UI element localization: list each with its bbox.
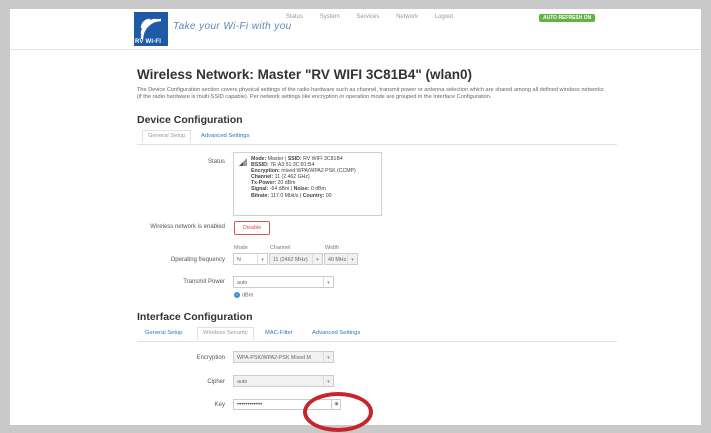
screenshot-frame: RV WI-FI Take your Wi-Fi with you Status… (0, 0, 711, 433)
page-description: The Device Configuration section covers … (137, 87, 604, 101)
tab-general-setup[interactable]: General Setup (145, 330, 182, 341)
info-icon: i (234, 292, 240, 298)
tab-mac-filter[interactable]: MAC-Filter (265, 330, 293, 341)
encryption-value: WPA-PSK/WPA2-PSK Mixed M (237, 355, 311, 361)
key-label: Key (214, 402, 225, 408)
chevron-down-icon: ▾ (257, 254, 267, 264)
tab-advanced-settings[interactable]: Advanced Settings (201, 133, 249, 144)
top-header: RV WI-FI Take your Wi-Fi with you Status… (10, 9, 701, 50)
channel-select[interactable]: 11 (2462 MHz) ▾ (269, 253, 323, 265)
device-config-heading: Device Configuration (137, 114, 243, 126)
tx-unit: i dBm (234, 292, 253, 298)
mode-select[interactable]: N ▾ (233, 253, 268, 265)
tab-wireless-security[interactable]: Wireless Security (197, 327, 254, 340)
width-value: 40 MHz (328, 257, 347, 263)
mode-label: Mode (234, 245, 248, 251)
nav-services[interactable]: Services (356, 14, 379, 20)
encryption-label: Encryption (196, 355, 225, 361)
tx-unit-text: dBm (242, 292, 254, 299)
status-line: Bitrate: 117.0 Mbit/s | Country: 00 (251, 192, 332, 199)
interface-config-heading: Interface Configuration (137, 311, 253, 323)
channel-label: Channel (270, 245, 291, 251)
encryption-select[interactable]: WPA-PSK/WPA2-PSK Mixed M ▾ (233, 351, 334, 363)
cipher-select[interactable]: auto ▾ (233, 375, 334, 387)
mode-value: N (237, 257, 241, 263)
tx-value: auto (237, 280, 248, 286)
status-lines: Mode: Master | SSID: RV WIFI 3C81B4 BSSI… (251, 156, 356, 199)
autorefresh-badge[interactable]: AUTO REFRESH ON (539, 14, 596, 22)
width-label: Width (325, 245, 340, 251)
chevron-down-icon: ▾ (312, 254, 322, 264)
width-select[interactable]: 40 MHz ▾ (324, 253, 358, 265)
chevron-down-icon: ▾ (323, 352, 333, 362)
tab-advanced-settings[interactable]: Advanced Settings (312, 330, 360, 341)
cipher-value: auto (237, 379, 248, 385)
device-config-tabs: General Setup Advanced Settings (137, 130, 617, 145)
nav-status[interactable]: Status (286, 14, 303, 20)
logo[interactable]: RV WI-FI (134, 12, 168, 46)
chevron-down-icon: ▾ (347, 254, 357, 264)
status-label: Status (207, 159, 225, 165)
chevron-down-icon: ▾ (323, 277, 333, 287)
disable-button[interactable]: Disable (234, 221, 270, 235)
highlight-circle (303, 392, 373, 432)
nav-logout[interactable]: Logout (435, 14, 453, 20)
nav-system[interactable]: System (320, 14, 340, 20)
nav-network[interactable]: Network (396, 14, 418, 20)
cipher-label: Cipher (207, 379, 225, 385)
transmit-power-select[interactable]: auto ▾ (233, 276, 334, 288)
operating-frequency-label: Operating frequency (170, 257, 225, 263)
wireless-enabled-label: Wireless network is enabled (150, 224, 225, 230)
interface-config-tabs: General Setup Wireless Security MAC-Filt… (137, 327, 617, 342)
logo-text: RV WI-FI (135, 39, 162, 45)
tagline: Take your Wi-Fi with you (173, 21, 292, 32)
transmit-power-label: Transmit Power (183, 279, 225, 285)
signal-icon (239, 158, 247, 166)
chevron-down-icon: ▾ (323, 376, 333, 386)
page-title: Wireless Network: Master "RV WIFI 3C81B4… (137, 67, 473, 82)
router-page: RV WI-FI Take your Wi-Fi with you Status… (10, 9, 701, 425)
top-nav: Status System Services Network Logout (286, 14, 468, 20)
channel-value: 11 (2462 MHz) (273, 257, 308, 263)
tab-general-setup[interactable]: General Setup (142, 130, 192, 143)
status-box: Mode: Master | SSID: RV WIFI 3C81B4 BSSI… (233, 152, 382, 216)
